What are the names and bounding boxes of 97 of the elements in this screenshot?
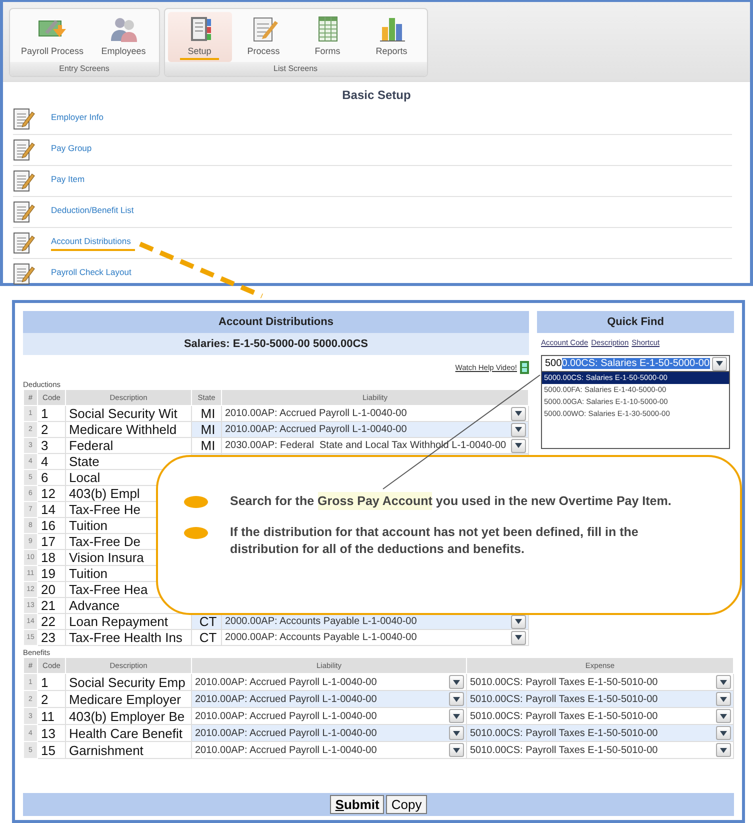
dropdown-caret-icon[interactable] [716,709,731,723]
account-dropdown[interactable]: 2010.00AP: Accrued Payroll L-1-0040-00 [195,674,466,690]
description-cell: Garnishment [66,742,192,758]
account-dropdown[interactable]: 2010.00AP: Accrued Payroll L-1-0040-00 [225,422,528,436]
description-cell: Loan Repayment [66,614,192,630]
film-icon[interactable] [520,361,529,374]
dropdown-caret-icon[interactable] [511,422,526,436]
dropdown-caret-icon[interactable] [716,675,731,689]
state-cell: MI [192,438,222,454]
code-cell: 21 [38,598,66,614]
bullet-icon [184,496,208,508]
account-dropdown[interactable]: 2000.00AP: Accounts Payable L-1-0040-00 [225,630,528,644]
code-cell: 2 [38,422,66,438]
dropdown-caret-icon[interactable] [716,692,731,706]
dropdown-caret-icon[interactable] [511,630,526,644]
code-cell: 15 [38,742,66,758]
account-dropdown[interactable]: 5010.00CS: Payroll Taxes E-1-50-5010-00 [470,742,732,758]
code-cell: 14 [38,502,66,518]
code-cell: 1 [38,406,66,422]
code-cell: 17 [38,534,66,550]
code-cell: 6 [38,470,66,486]
panel-header: Account Distributions [23,311,529,333]
form-button[interactable]: Copy [386,795,427,814]
notepad-pencil-icon [13,169,35,193]
setup-link[interactable]: Employer Info [51,112,108,126]
code-cell: 18 [38,550,66,566]
code-cell: 23 [38,630,66,646]
setup-link[interactable]: Payroll Check Layout [51,266,136,282]
description-cell: Social Security Emp [66,674,192,690]
toolbar-button[interactable]: Payroll Process [13,12,92,62]
code-cell: 16 [38,518,66,534]
bullet-icon [184,527,208,539]
callout-text: If the distribution for that account has not yet been defined, fill in the distribution for all of the deductions and benefits. [230,524,640,558]
group-label: List Screens [164,62,427,76]
group-label: Entry Screens [10,62,159,76]
toolbar-button[interactable]: Reports [360,12,424,62]
notepad-pencil-icon [13,200,35,224]
code-cell: 22 [38,614,66,630]
setup-link[interactable]: Pay Group [51,142,96,158]
dropdown-caret-icon[interactable] [716,726,731,740]
description-cell: Health Care Benefit [66,724,192,742]
description-cell: Medicare Employer [66,690,192,708]
dropdown-caret-icon[interactable] [511,406,526,420]
code-cell: 4 [38,454,66,470]
state-cell: MI [192,422,222,438]
account-dropdown[interactable]: 5010.00CS: Payroll Taxes E-1-50-5010-00 [470,708,732,724]
description-cell: 403(b) Employer Be [66,708,192,724]
dropdown-caret-icon[interactable] [712,356,727,370]
account-dropdown[interactable]: 2010.00AP: Accrued Payroll L-1-0040-00 [195,742,466,758]
description-cell: Medicare Withheld [66,422,192,438]
description-cell: Social Security Wit [66,406,192,422]
setup-link[interactable]: Pay Item [51,174,89,188]
code-cell: 13 [38,724,66,742]
account-dropdown[interactable]: 5010.00CS: Payroll Taxes E-1-50-5010-00 [470,674,732,690]
account-title: Salaries: E-1-50-5000-00 5000.00CS [23,333,529,355]
section-title: Basic Setup [341,87,412,104]
dropdown-caret-icon[interactable] [511,438,526,452]
state-cell: CT [192,630,222,646]
dropdown-caret-icon[interactable] [511,614,526,628]
dropdown-caret-icon[interactable] [449,743,464,757]
code-cell: 11 [38,708,66,724]
account-dropdown[interactable]: 2010.00AP: Accrued Payroll L-1-0040-00 [195,692,466,706]
setup-link[interactable]: Deduction/Benefit List [51,204,138,220]
toolbar-button[interactable]: Forms [296,12,360,62]
description-cell: Federal [66,438,192,454]
toolbar-button[interactable]: Process [232,12,296,62]
form-button[interactable]: Submit [330,795,384,814]
account-dropdown[interactable]: 2010.00AP: Accrued Payroll L-1-0040-00 [225,406,528,420]
dropdown-caret-icon[interactable] [449,709,464,723]
dropdown-caret-icon[interactable] [716,743,731,757]
notepad-pencil-icon [13,231,35,255]
account-search-field[interactable]: 5000.00CS: Salaries E-1-50-5000-00 [541,355,730,372]
account-dropdown[interactable]: 2010.00AP: Accrued Payroll L-1-0040-00 [195,726,466,740]
notepad-pencil-icon [13,262,35,286]
notepad-pencil-icon [13,107,35,131]
notepad-pencil-icon [13,138,35,162]
description-cell: Tax-Free Health Ins [66,630,192,646]
account-dropdown[interactable]: 5010.00CS: Payroll Taxes E-1-50-5010-00 [470,726,732,740]
setup-link[interactable]: Account Distributions [51,236,135,250]
code-cell: 1 [38,674,66,690]
code-cell: 20 [38,582,66,598]
state-cell: MI [192,406,222,422]
panel-header: Quick Find [537,311,734,333]
toolbar-button[interactable]: Setup [168,12,232,62]
dropdown-caret-icon[interactable] [449,726,464,740]
toolbar-button[interactable]: Employees [92,12,156,62]
callout-text: Search for the Gross Pay Account you used in the new Overtime Pay Item. [230,493,672,510]
code-cell: 2 [38,690,66,708]
dropdown-caret-icon[interactable] [449,692,464,706]
people-icon [108,15,139,43]
account-dropdown[interactable]: 2010.00AP: Accrued Payroll L-1-0040-00 [195,708,466,724]
code-cell: 3 [38,438,66,454]
code-cell: 12 [38,486,66,502]
dropdown-caret-icon[interactable] [449,675,464,689]
code-cell: 19 [38,566,66,582]
account-dropdown[interactable]: 2000.00AP: Accounts Payable L-1-0040-00 [225,614,528,628]
account-dropdown[interactable]: 5010.00CS: Payroll Taxes E-1-50-5010-00 [470,692,732,706]
